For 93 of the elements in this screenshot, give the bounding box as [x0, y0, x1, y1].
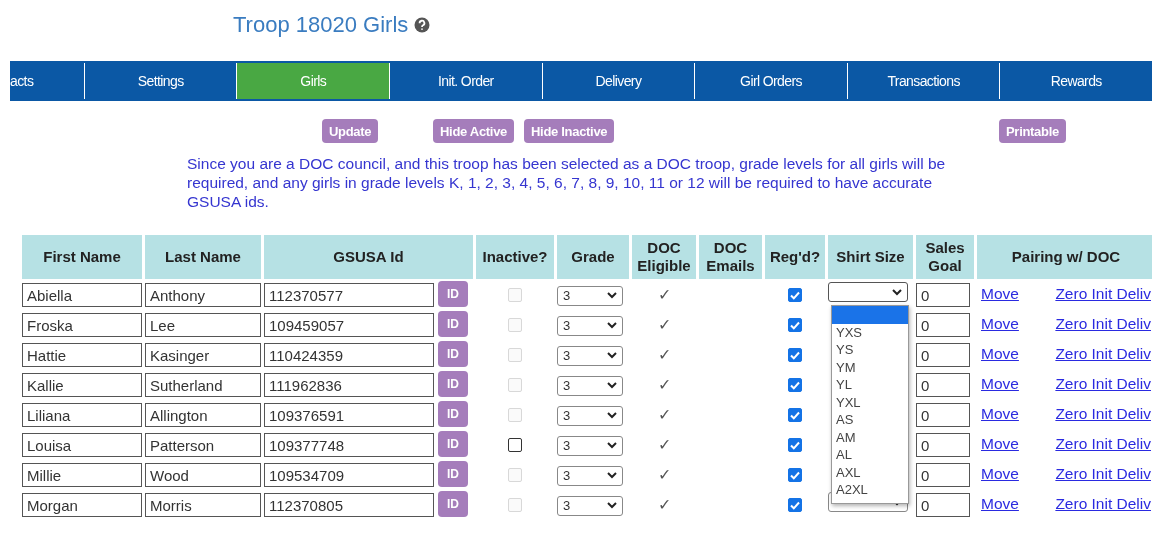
zero-init-deliv-link[interactable]: Zero Init Deliv	[1055, 285, 1151, 303]
dropdown-option[interactable]: YS	[832, 341, 908, 359]
zero-init-deliv-link[interactable]: Zero Init Deliv	[1055, 495, 1151, 513]
move-link[interactable]: Move	[981, 495, 1019, 513]
doc-notice: Since you are a DOC council, and this troop has been selected as a DOC troop, grade levels for all girls will be required, and any girls in grade levels K, 1, 2, 3, 4, 5, 6, 7, 8, 9, 10, 11 or 12 will be required to have accurate GSUSA ids.	[187, 154, 947, 211]
zero-init-deliv-link[interactable]: Zero Init Deliv	[1055, 465, 1151, 483]
grade-select[interactable]: 3	[557, 405, 623, 426]
eligible-checkmark: ✓	[657, 315, 671, 333]
eligible-checkmark: ✓	[657, 285, 671, 303]
last-name-field[interactable]: Allington	[145, 403, 261, 427]
grade-select[interactable]: 3	[557, 285, 623, 306]
eligible-checkmark: ✓	[657, 375, 671, 393]
last-name-field[interactable]: Patterson	[145, 433, 261, 457]
grade-select[interactable]: 3	[557, 315, 623, 336]
grade-select[interactable]: 3	[557, 495, 623, 516]
last-name-field[interactable]: Kasinger	[145, 343, 261, 367]
sales-goal-field[interactable]: 0	[916, 493, 970, 517]
first-name-field[interactable]: Abiella	[22, 283, 142, 307]
column-header: DOC Emails	[699, 235, 762, 279]
dropdown-option[interactable]: YXL	[832, 393, 908, 411]
sales-goal-field[interactable]: 0	[916, 463, 970, 487]
nav-tab[interactable]: Transactions	[846, 63, 1000, 99]
first-name-field[interactable]: Froska	[22, 313, 142, 337]
zero-init-deliv-link[interactable]: Zero Init Deliv	[1055, 315, 1151, 333]
zero-init-deliv-link[interactable]: Zero Init Deliv	[1055, 435, 1151, 453]
move-link[interactable]: Move	[981, 345, 1019, 363]
eligible-checkmark: ✓	[657, 405, 671, 423]
column-header: Grade	[557, 235, 629, 279]
nav-tab[interactable]: Girl Orders	[694, 63, 847, 99]
first-name-field[interactable]: Louisa	[22, 433, 142, 457]
dropdown-option[interactable]: AS	[832, 411, 908, 429]
nav-tab[interactable]: acts	[10, 63, 84, 99]
sales-goal-field[interactable]: 0	[916, 433, 970, 457]
column-header: Last Name	[145, 235, 261, 279]
grade-select[interactable]: 3	[557, 435, 623, 456]
zero-init-deliv-link[interactable]: Zero Init Deliv	[1055, 405, 1151, 423]
column-header: Inactive?	[476, 235, 554, 279]
sales-goal-field[interactable]: 0	[916, 403, 970, 427]
dropdown-option[interactable]: A2XL	[832, 481, 908, 499]
eligible-checkmark: ✓	[657, 435, 671, 453]
column-header: Pairing w/ DOC	[977, 235, 1152, 279]
last-name-field[interactable]: Sutherland	[145, 373, 261, 397]
gsusa-id-field[interactable]: 111962836	[264, 373, 434, 397]
dropdown-option[interactable]: AM	[832, 428, 908, 446]
column-header: GSUSA Id	[264, 235, 473, 279]
zero-init-deliv-link[interactable]: Zero Init Deliv	[1055, 345, 1151, 363]
column-header: First Name	[22, 235, 142, 279]
move-link[interactable]: Move	[981, 435, 1019, 453]
dropdown-option[interactable]: YL	[832, 376, 908, 394]
dropdown-option[interactable]: YM	[832, 358, 908, 376]
nav-tab[interactable]: Delivery	[541, 63, 695, 99]
eligible-checkmark: ✓	[657, 465, 671, 483]
gsusa-id-field[interactable]: 110424359	[264, 343, 434, 367]
sales-goal-field[interactable]: 0	[916, 343, 970, 367]
eligible-checkmark: ✓	[657, 495, 671, 513]
move-link[interactable]: Move	[981, 375, 1019, 393]
column-header: Shirt Size	[828, 235, 913, 279]
dropdown-option[interactable]: AL	[832, 446, 908, 464]
first-name-field[interactable]: Liliana	[22, 403, 142, 427]
gsusa-id-field[interactable]: 112370805	[264, 493, 434, 517]
dropdown-option[interactable]: YXS	[832, 323, 908, 341]
move-link[interactable]: Move	[981, 465, 1019, 483]
sales-goal-field[interactable]: 0	[916, 313, 970, 337]
page-title: Troop 18020 Girls	[233, 12, 409, 38]
move-link[interactable]: Move	[981, 285, 1019, 303]
last-name-field[interactable]: Lee	[145, 313, 261, 337]
gsusa-id-field[interactable]: 109534709	[264, 463, 434, 487]
grade-select[interactable]: 3	[557, 345, 623, 366]
first-name-field[interactable]: Morgan	[22, 493, 142, 517]
first-name-field[interactable]: Millie	[22, 463, 142, 487]
move-link[interactable]: Move	[981, 405, 1019, 423]
nav-tab[interactable]: Init. Order	[389, 63, 542, 99]
nav-tab[interactable]: Rewards	[999, 63, 1152, 99]
column-header: Reg'd?	[765, 235, 825, 279]
sales-goal-field[interactable]: 0	[916, 283, 970, 307]
sales-goal-field[interactable]: 0	[916, 373, 970, 397]
last-name-field[interactable]: Wood	[145, 463, 261, 487]
column-header: DOC Eligible	[632, 235, 696, 279]
grade-select[interactable]: 3	[557, 375, 623, 396]
first-name-field[interactable]: Kallie	[22, 373, 142, 397]
first-name-field[interactable]: Hattie	[22, 343, 142, 367]
eligible-checkmark: ✓	[657, 345, 671, 363]
gsusa-id-field[interactable]: 109376591	[264, 403, 434, 427]
grade-select[interactable]: 3	[557, 465, 623, 486]
dropdown-option[interactable]: AXL	[832, 463, 908, 481]
gsusa-id-field[interactable]: 109377748	[264, 433, 434, 457]
zero-init-deliv-link[interactable]: Zero Init Deliv	[1055, 375, 1151, 393]
move-link[interactable]: Move	[981, 315, 1019, 333]
last-name-field[interactable]: Morris	[145, 493, 261, 517]
column-header: Sales Goal	[916, 235, 974, 279]
gsusa-id-field[interactable]: 112370577	[264, 283, 434, 307]
gsusa-id-field[interactable]: 109459057	[264, 313, 434, 337]
last-name-field[interactable]: Anthony	[145, 283, 261, 307]
